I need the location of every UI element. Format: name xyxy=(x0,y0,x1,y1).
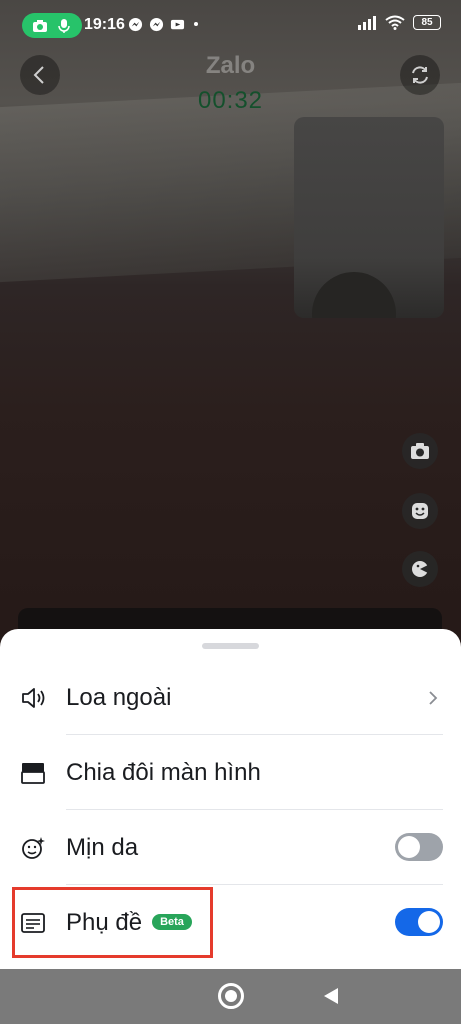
clock: 19:16 xyxy=(84,16,125,33)
battery-icon: 85 xyxy=(413,15,441,30)
mic-icon xyxy=(58,18,70,33)
face-filter-icon xyxy=(412,503,428,519)
camera-icon xyxy=(411,443,429,459)
option-smooth-skin[interactable]: Mịn da xyxy=(0,810,461,885)
screenshot-button[interactable] xyxy=(402,433,438,469)
option-label: Loa ngoài xyxy=(66,684,172,711)
effect-icon xyxy=(412,561,428,577)
subtitles-icon xyxy=(21,913,45,933)
option-subtitles[interactable]: Phụ đề Beta xyxy=(0,885,461,960)
app-title: Zalo xyxy=(205,52,256,79)
call-timer: 00:32 xyxy=(197,87,264,114)
smooth-skin-toggle[interactable] xyxy=(395,833,443,861)
beta-badge: Beta xyxy=(152,914,192,930)
smooth-skin-icon xyxy=(22,837,45,859)
self-video-preview[interactable] xyxy=(294,117,444,318)
speaker-icon xyxy=(22,688,45,708)
switch-camera-button[interactable] xyxy=(400,55,440,95)
face-filter-button[interactable] xyxy=(402,493,438,529)
sheet-handle[interactable] xyxy=(202,643,259,649)
system-nav-bar xyxy=(0,969,461,1024)
chevron-right-icon xyxy=(429,691,438,705)
effect-button[interactable] xyxy=(402,551,438,587)
option-speaker[interactable]: Loa ngoài xyxy=(0,660,461,735)
messenger-icon xyxy=(128,17,143,32)
video-call-icon xyxy=(170,19,185,30)
status-bar: 19:16 85 xyxy=(0,0,461,48)
camera-switch-icon xyxy=(412,66,428,84)
back-triangle-icon[interactable] xyxy=(320,985,342,1007)
split-screen-icon xyxy=(21,763,45,784)
subtitles-toggle[interactable] xyxy=(395,908,443,936)
signal-icon xyxy=(358,16,376,30)
option-label: Phụ đề Beta xyxy=(66,909,192,937)
home-button[interactable] xyxy=(218,983,244,1009)
option-label: Chia đôi màn hình xyxy=(66,759,261,786)
call-options-sheet: Loa ngoài Chia đôi màn hình Mịn da Phụ đ… xyxy=(0,629,461,969)
camera-icon xyxy=(33,19,47,32)
recording-indicator xyxy=(22,13,82,38)
option-label: Mịn da xyxy=(66,834,139,861)
wifi-icon xyxy=(385,15,405,30)
messenger-icon xyxy=(149,17,164,32)
option-split-screen[interactable]: Chia đôi màn hình xyxy=(0,735,461,810)
